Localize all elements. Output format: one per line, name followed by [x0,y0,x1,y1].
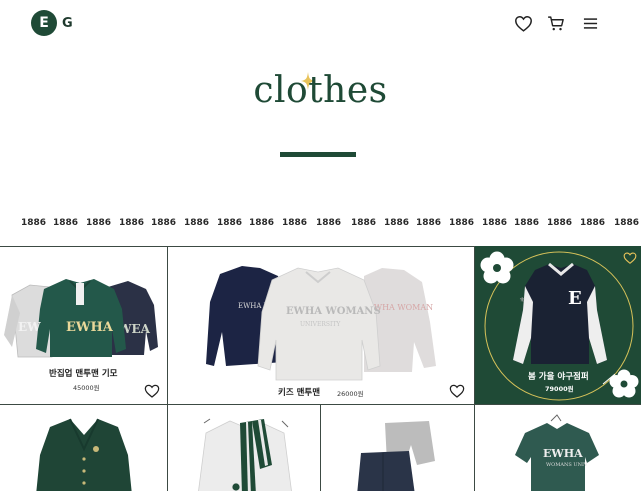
heart-icon[interactable] [623,251,637,265]
product-price: 45000원 [73,384,100,392]
marquee-item: 1886 [316,218,342,228]
svg-text:EWHA: EWHA [543,447,583,460]
logo-mark: E [31,10,57,36]
product-price: 26000원 [337,390,364,398]
wishlist-button[interactable] [512,12,534,34]
marquee-item: 1886 [86,218,112,228]
cart-button[interactable] [545,12,567,34]
marquee-item: 1886 [351,218,377,228]
svg-text:E: E [568,288,582,309]
menu-button[interactable] [579,12,601,34]
heart-icon [514,15,532,32]
product-image: EWHA WOMANS EWHA WOMAN EWHA WOMANS UNIVE… [206,266,436,381]
product-card[interactable]: WEA EWHA EW 반집업 맨투맨 기모 45000원 [0,247,167,404]
marquee-item: 1886 [184,218,210,228]
marquee-item: 1886 [449,218,475,228]
cart-icon [548,15,564,30]
product-image [36,418,132,491]
product-price: 79000원 [545,385,574,393]
svg-text:EWHA: EWHA [66,320,114,335]
heart-icon[interactable] [144,383,160,399]
page-title-wrap: clothes [0,70,641,111]
logo-text: G [62,15,73,31]
marquee-item: 1886 [119,218,145,228]
title-underline [280,152,356,157]
marquee-item: 1886 [614,218,640,228]
site-header: E G [0,0,641,46]
marquee-item: 1886 [249,218,275,228]
marquee-item: 1886 [384,218,410,228]
svg-text:UNIVERSITY: UNIVERSITY [300,321,341,328]
marquee-item: 1886 [282,218,308,228]
product-grid: WEA EWHA EW 반집업 맨투맨 기모 45000원 EWHA WOMAN… [0,246,641,491]
product-image: WEA EWHA EW [4,279,158,358]
heart-icon[interactable] [449,383,465,399]
page-title: clothes [253,70,388,111]
marquee-item: 1886 [53,218,79,228]
svg-text:⚜: ⚜ [519,296,525,304]
product-image: EWHA WOMANS UNIV [515,414,599,491]
product-name: 키즈 맨투맨 [278,388,321,398]
marquee-item: 1886 [580,218,606,228]
product-card[interactable] [168,405,320,491]
product-image [198,418,292,491]
product-image [357,421,435,491]
marquee-item: 1886 [416,218,442,228]
marquee-item: 1886 [482,218,508,228]
product-card[interactable] [321,405,474,491]
svg-text:EWHA WOMANS: EWHA WOMANS [286,306,381,317]
product-name: 봄 가을 야구점퍼 [528,372,589,382]
product-name: 반집업 맨투맨 기모 [49,369,118,379]
brand-logo[interactable]: E G [31,10,73,36]
product-card[interactable]: EWHA WOMANS EWHA WOMAN EWHA WOMANS UNIVE… [168,247,474,404]
product-card[interactable] [0,405,167,491]
product-card[interactable]: EWHA WOMANS UNIV [475,405,641,491]
year-marquee: 1886 1886 1886 1886 1886 1886 1886 1886 1886 1886… [0,218,641,232]
svg-text:WOMANS UNIV: WOMANS UNIV [546,462,588,468]
marquee-item: 1886 [217,218,243,228]
featured-product-card[interactable]: E ⚜ 봄 가을 야구점퍼 79000원 [475,246,641,404]
marquee-item: 1886 [547,218,573,228]
menu-icon [583,17,597,29]
marquee-item: 1886 [514,218,540,228]
marquee-item: 1886 [151,218,177,228]
svg-text:EW: EW [18,320,41,334]
marquee-item: 1886 [21,218,47,228]
